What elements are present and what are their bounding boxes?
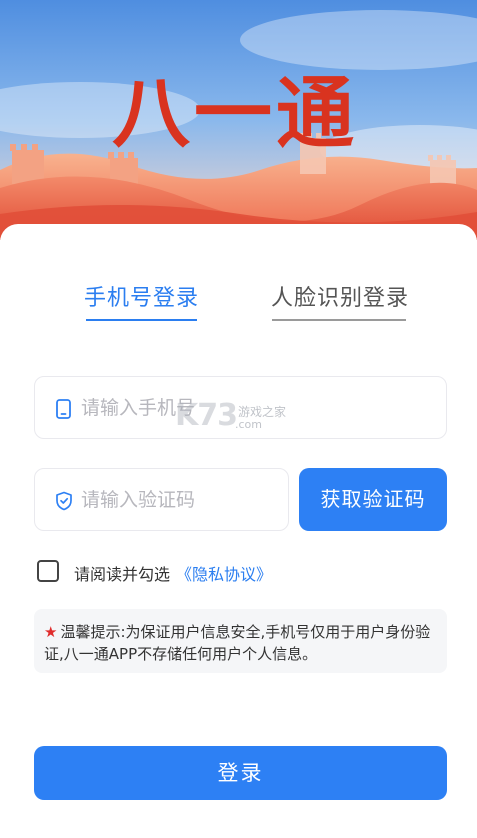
- get-code-button[interactable]: 获取验证码: [299, 468, 447, 531]
- login-button[interactable]: 登录: [34, 746, 447, 800]
- code-field: [34, 468, 289, 531]
- verification-code-input[interactable]: [81, 481, 271, 519]
- notice-box: ★ 温馨提示:为保证用户信息安全,手机号仅用于用户身份验证,八一通APP不存储任何…: [34, 609, 447, 673]
- phone-field: [34, 376, 447, 439]
- header-banner: 八一通: [0, 0, 477, 240]
- tab-face-login[interactable]: 人脸识别登录: [271, 280, 409, 312]
- agree-text: 请阅读并勾选: [74, 565, 171, 584]
- agree-checkbox[interactable]: [37, 560, 59, 582]
- phone-input[interactable]: [81, 389, 311, 427]
- notice-text: 温馨提示:为保证用户信息安全,手机号仅用于用户身份验证,八一通APP不存储任何用…: [44, 623, 431, 663]
- active-tab-indicator: [86, 319, 197, 321]
- inactive-tab-indicator: [272, 319, 406, 321]
- tab-phone-login[interactable]: 手机号登录: [84, 280, 199, 312]
- app-logo: 八一通: [112, 68, 358, 159]
- star-icon: ★: [44, 623, 58, 641]
- phone-icon: [56, 399, 71, 419]
- privacy-policy-link[interactable]: 《隐私协议》: [176, 561, 272, 585]
- shield-check-icon: [56, 491, 72, 511]
- login-tabs: 手机号登录 人脸识别登录: [0, 280, 477, 328]
